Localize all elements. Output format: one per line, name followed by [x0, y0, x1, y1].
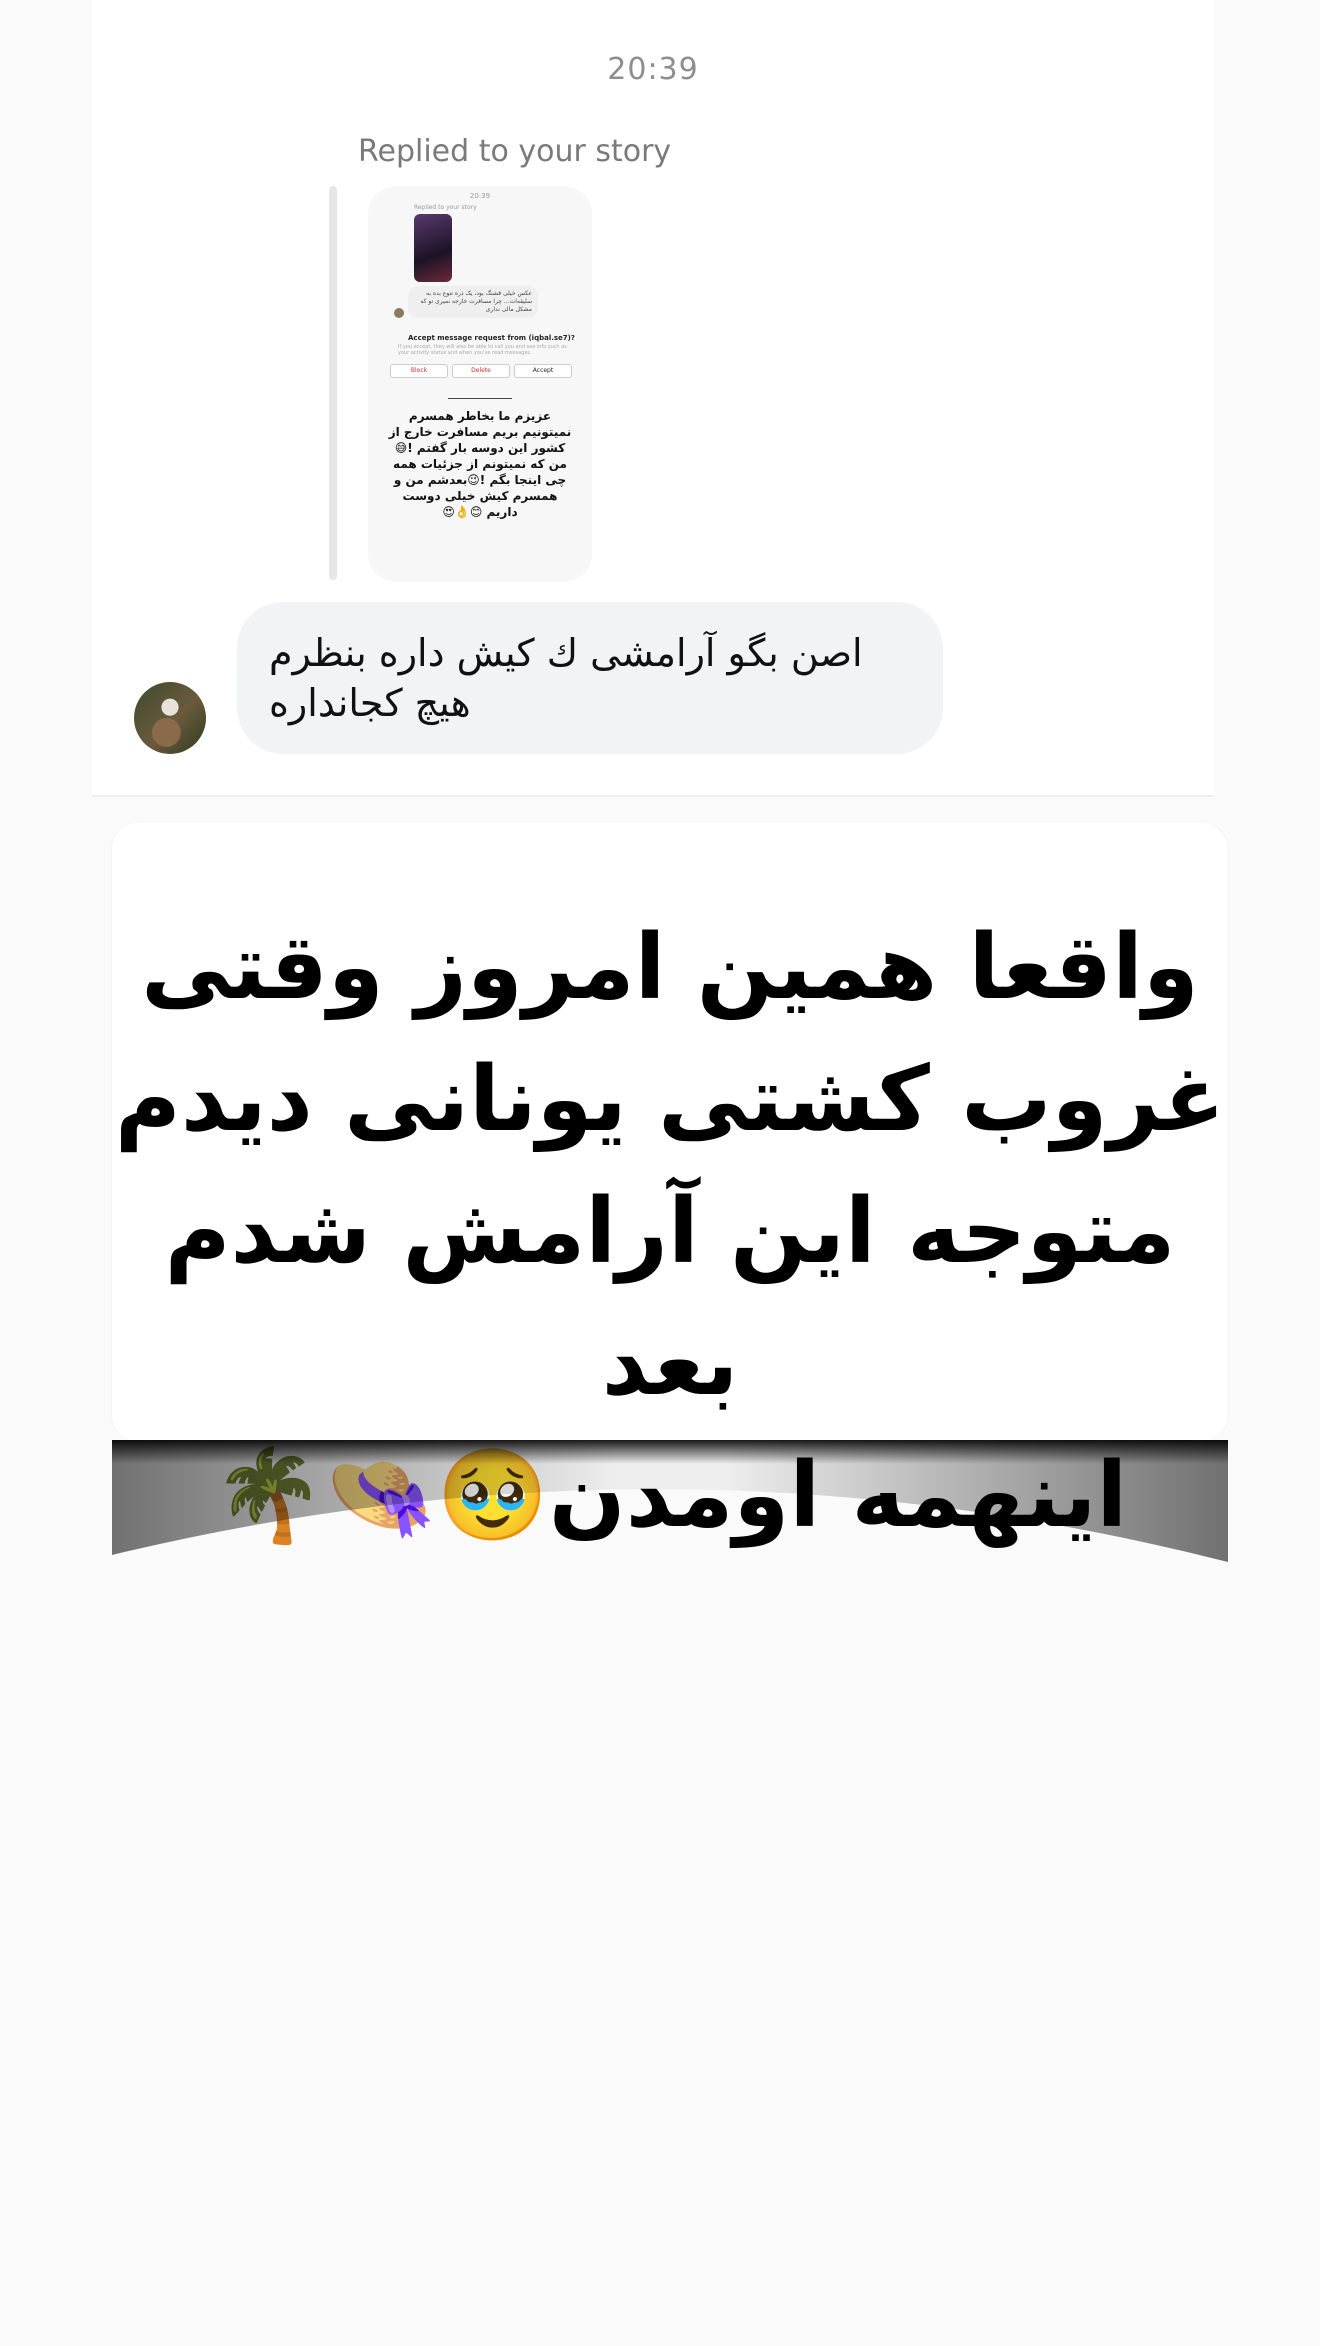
thumb-replied-label: Replied to your story: [414, 204, 477, 211]
story-reply-thumbnail[interactable]: 20:39 Replied to your story عکس خیلی قشن…: [368, 186, 592, 582]
replied-to-story-label: Replied to your story: [358, 134, 672, 169]
overlay-line: غروب کشتی یونانی دیدم: [114, 1047, 1226, 1152]
sender-avatar[interactable]: [134, 682, 206, 754]
overlay-line: واقعا همین امروز وقتی: [141, 915, 1199, 1020]
thumb-delete-button: Delete: [452, 364, 510, 378]
story-text-overlay: واقعا همین امروز وقتی غروب کشتی یونانی د…: [112, 822, 1228, 1548]
thumb-request-buttons: Block Delete Accept: [390, 364, 572, 378]
reply-message-bubble[interactable]: اصن بگو آرامشی ك کیش داره بنظرم هیچ کجان…: [237, 602, 943, 754]
reply-message-text: اصن بگو آرامشی ك کیش داره بنظرم هیچ کجان…: [269, 631, 863, 725]
thumb-block-button: Block: [390, 364, 448, 378]
dm-thread: 20:39 Replied to your story 20:39 Replie…: [92, 0, 1214, 797]
thumb-phone-image: [414, 214, 452, 282]
reply-indicator-bar: [329, 186, 337, 580]
overlay-line: متوجه این آرامش شدم بعد: [164, 1179, 1176, 1416]
page-curl-shadow: [112, 1440, 1228, 1562]
thumb-accept-subtitle: If you accept, they will also be able to…: [398, 344, 567, 356]
thumb-divider: [448, 398, 512, 399]
thumb-avatar: [394, 308, 404, 318]
thumb-message-bubble: عکس خیلی قشنگ بود، یک ذره تنوع بده به سل…: [408, 286, 538, 318]
thumb-time: 20:39: [469, 192, 491, 200]
thumb-story-text: عزیزم ما بخاطر همسرم نمیتونیم بریم مسافر…: [388, 409, 572, 519]
thumb-accept-button: Accept: [514, 364, 572, 378]
thumb-accept-title: Accept message request from (iqbal.se7)?: [408, 334, 575, 342]
message-timestamp: 20:39: [607, 52, 699, 87]
